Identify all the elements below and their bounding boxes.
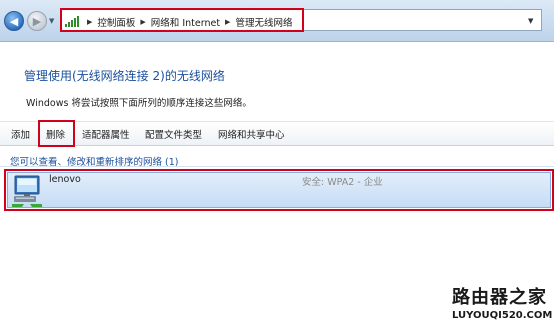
wireless-signal-icon: [65, 16, 79, 27]
breadcrumb-network-internet[interactable]: 网络和 Internet: [151, 15, 220, 29]
profile-type-button[interactable]: 配置文件类型: [145, 127, 202, 141]
breadcrumb-highlight-frame: ▶ 控制面板 ▶ 网络和 Internet ▶ 管理无线网络: [60, 8, 304, 32]
add-button[interactable]: 添加: [11, 127, 30, 141]
network-security: 安全: WPA2 - 企业: [302, 177, 383, 188]
adapter-properties-button[interactable]: 适配器属性: [82, 127, 130, 141]
breadcrumb-control-panel[interactable]: 控制面板: [97, 15, 135, 29]
site-watermark: 路由器之家 LUYOUQI520.COM: [452, 283, 553, 327]
chevron-right-icon: ▶: [225, 18, 231, 26]
delete-highlight-frame: [38, 120, 75, 147]
history-dropdown-icon[interactable]: ▼: [49, 17, 54, 25]
page-title: 管理使用(无线网络连接 2)的无线网络: [24, 69, 225, 83]
page-subtitle: Windows 将尝试按照下面所列的顺序连接这些网络。: [26, 98, 252, 109]
address-dropdown-icon[interactable]: ▼: [528, 17, 533, 25]
arrow-left-icon: ◀: [9, 14, 19, 28]
forward-button[interactable]: ▶: [27, 11, 47, 31]
arrow-right-icon: ▶: [32, 14, 42, 28]
group-divider: [0, 166, 554, 167]
back-button[interactable]: ◀: [4, 11, 24, 31]
chevron-right-icon: ▶: [87, 18, 93, 26]
sharing-center-button[interactable]: 网络和共享中心: [218, 127, 285, 141]
watermark-title: 路由器之家: [452, 287, 547, 308]
chevron-right-icon: ▶: [140, 18, 146, 26]
breadcrumb-manage-wireless[interactable]: 管理无线网络: [235, 15, 292, 29]
breadcrumb: ▶ 控制面板 ▶ 网络和 Internet ▶ 管理无线网络: [82, 15, 292, 29]
network-name: lenovo: [49, 174, 81, 185]
wireless-network-icon: [12, 175, 42, 207]
watermark-url: LUYOUQI520.COM: [452, 310, 553, 321]
network-list-item[interactable]: [7, 172, 551, 208]
